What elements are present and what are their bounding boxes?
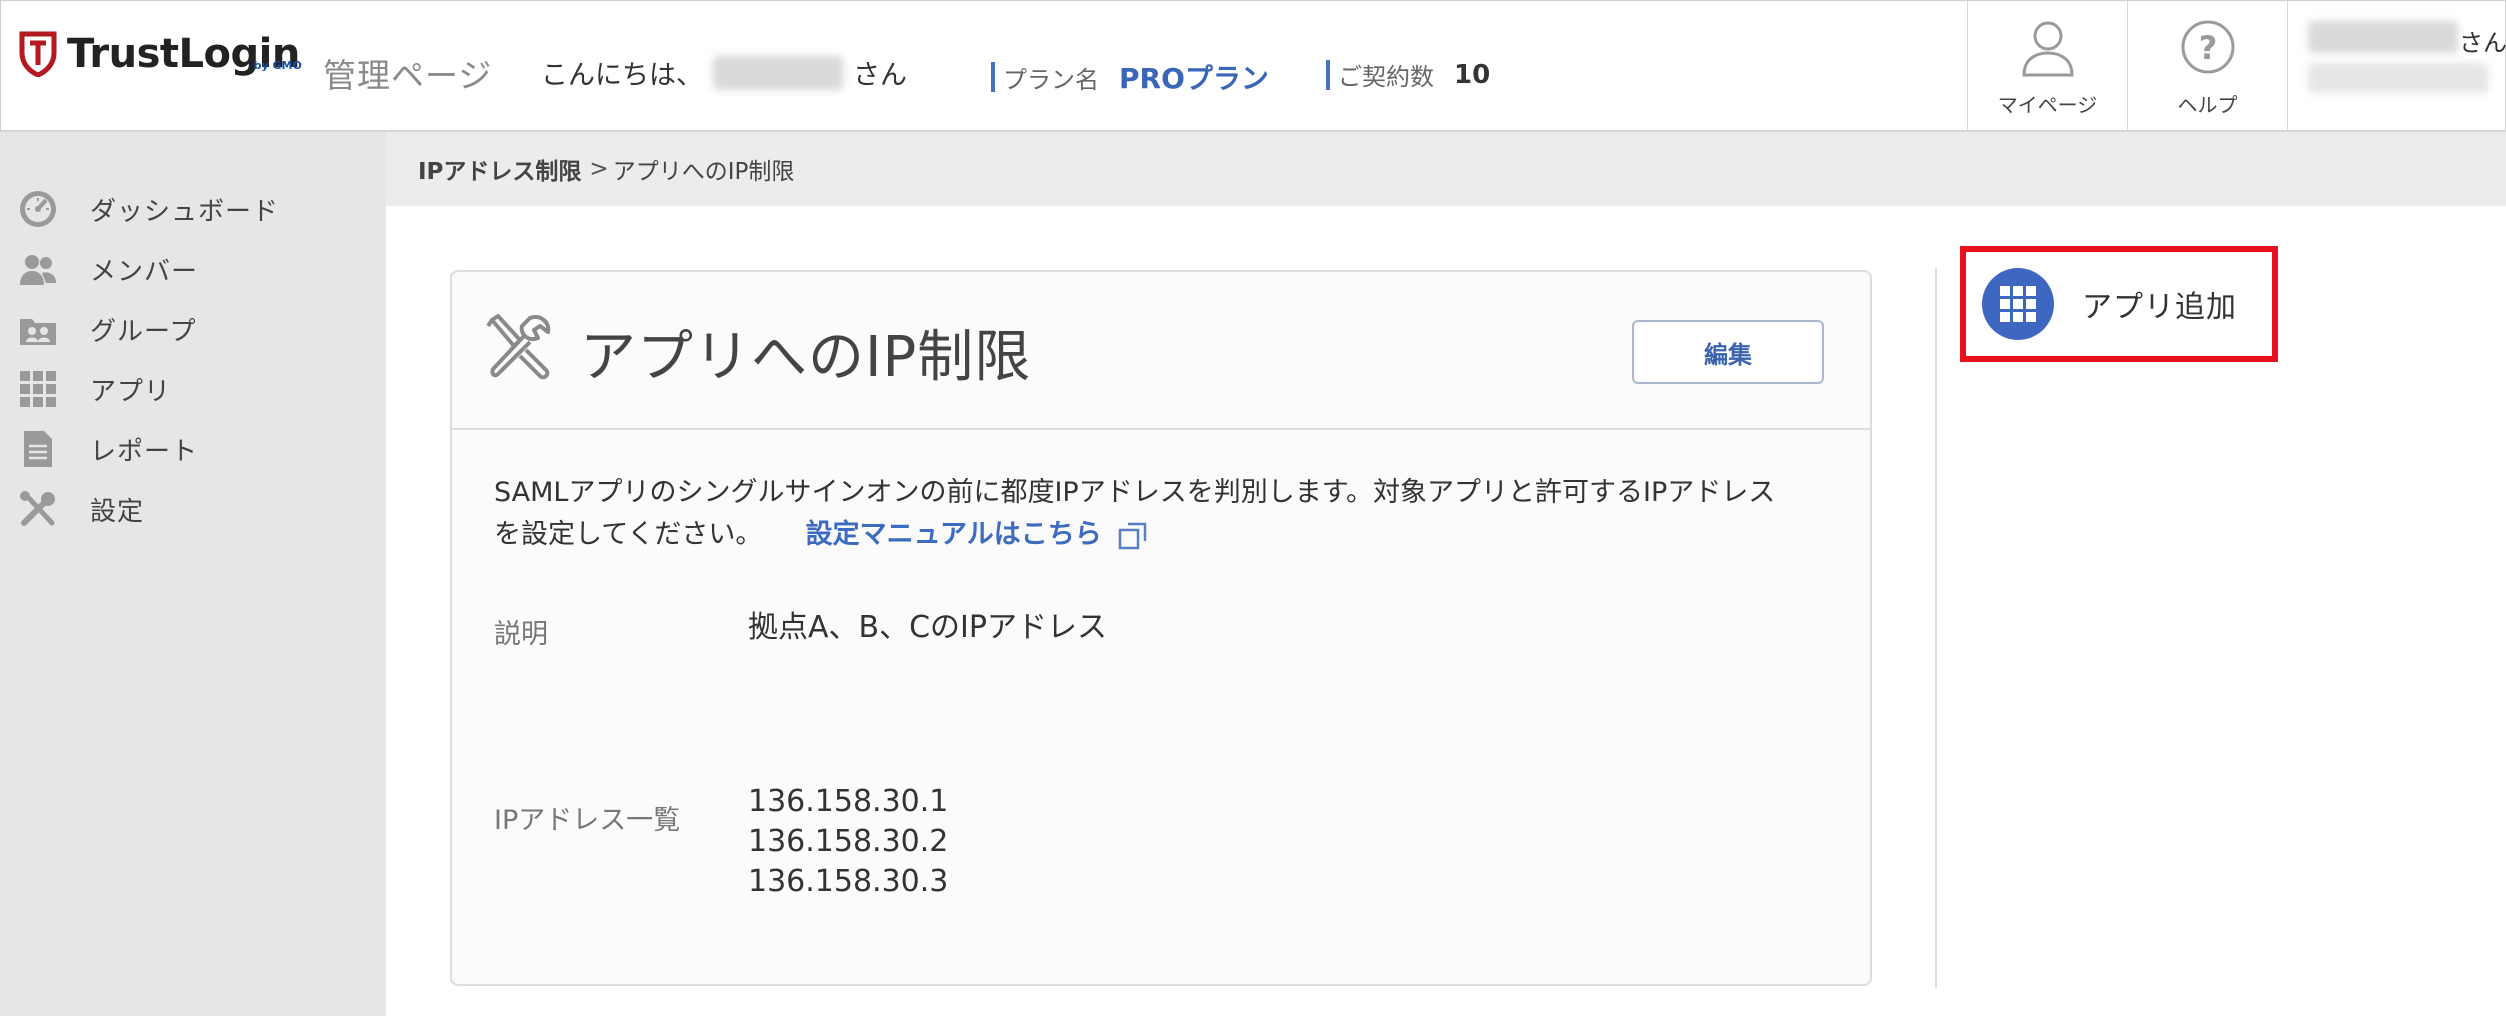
apps-grid-icon	[1982, 268, 2054, 340]
ip-list-label: IPアドレス一覧	[494, 805, 681, 836]
description-text-2: を設定してください。	[494, 519, 763, 550]
edit-button[interactable]: 編集	[1632, 320, 1824, 384]
shield-logo-icon	[19, 31, 57, 77]
top-header: TrustLogin by GMO 管理ページ こんにちは、 さん プラン名 P…	[0, 0, 2506, 132]
settings-tools-icon	[18, 489, 58, 529]
tools-icon	[486, 314, 551, 380]
ip-address-list: 136.158.30.1 136.158.30.2 136.158.30.3	[748, 782, 948, 902]
manual-link[interactable]: 設定マニュアルはこちら	[806, 519, 1102, 550]
plan-value: PROプラン	[1119, 62, 1269, 95]
ip-restriction-card: アプリへのIP制限 編集 SAMLアプリのシングルサインオンの前に都度IPアドレ…	[450, 270, 1872, 986]
sidebar-item-settings[interactable]: 設定	[0, 474, 386, 544]
description-field-label: 説明	[494, 619, 548, 650]
members-icon	[18, 249, 58, 289]
contract-label: ご契約数	[1338, 63, 1434, 91]
breadcrumb-separator: >	[589, 156, 609, 182]
breadcrumb-parent-link[interactable]: IPアドレス制限	[418, 152, 581, 186]
mypage-label: マイページ	[1997, 93, 2098, 117]
ip-address-item: 136.158.30.1	[748, 784, 949, 819]
sidebar-item-label: アプリ	[90, 376, 172, 407]
logo-sub: by GMO	[253, 59, 302, 72]
sidebar: ダッシュボード メンバー グループ アプリ レポート 設定	[0, 132, 386, 1016]
logo-text: TrustLogin by GMO	[67, 31, 302, 77]
mypage-button[interactable]: マイページ	[1967, 1, 2127, 131]
trustlogin-logo[interactable]: TrustLogin by GMO	[19, 31, 302, 91]
plan-info: プラン名 PROプラン	[991, 57, 1269, 97]
breadcrumb-current: アプリへのIP制限	[612, 159, 795, 185]
sidebar-item-label: ダッシュボード	[90, 196, 280, 227]
contract-count: 10	[1454, 59, 1491, 90]
description-line-2: を設定してください。 設定マニュアルはこちら	[494, 514, 1834, 556]
blurred-user-name	[2308, 21, 2458, 53]
plan-label: プラン名	[1003, 65, 1099, 94]
sidebar-item-label: グループ	[90, 316, 197, 347]
plan-bar-marker	[991, 62, 995, 92]
dashboard-icon	[18, 189, 58, 229]
sidebar-item-label: レポート	[90, 436, 199, 467]
greeting: こんにちは、 さん	[541, 53, 907, 92]
help-icon: ?	[2181, 20, 2234, 74]
user-suffix: さん	[2459, 29, 2506, 57]
admin-page-title: 管理ページ	[323, 56, 493, 95]
help-label: ヘルプ	[2177, 93, 2238, 117]
sidebar-item-label: 設定	[90, 496, 145, 527]
contract-info: ご契約数 10	[1326, 57, 1490, 92]
card-description: SAMLアプリのシングルサインオンの前に都度IPアドレスを判別します。対象アプリ…	[494, 472, 1834, 556]
card-header: アプリへのIP制限 編集	[452, 272, 1870, 430]
apps-grid-icon	[18, 369, 58, 409]
external-link-icon[interactable]	[1118, 521, 1148, 551]
svg-text:?: ?	[2198, 29, 2217, 67]
add-app-button[interactable]: アプリ追加	[1960, 246, 2278, 362]
user-icon	[2021, 21, 2074, 77]
description-line-1: SAMLアプリのシングルサインオンの前に都度IPアドレスを判別します。対象アプリ…	[494, 477, 1776, 508]
greeting-prefix: こんにちは、	[541, 60, 703, 91]
user-menu[interactable]: さん	[2287, 1, 2506, 131]
add-app-label: アプリ追加	[2082, 290, 2237, 325]
vertical-divider	[1935, 268, 1937, 988]
help-button[interactable]: ? ヘルプ	[2127, 1, 2287, 131]
description-field-value: 拠点A、B、CのIPアドレス	[748, 610, 1107, 645]
report-icon	[18, 429, 58, 469]
greeting-suffix: さん	[853, 60, 907, 91]
card-title: アプリへのIP制限	[580, 325, 1032, 390]
blurred-username	[713, 55, 843, 90]
sidebar-item-label: メンバー	[90, 256, 199, 287]
contract-bar-marker	[1326, 59, 1330, 90]
breadcrumb: IPアドレス制限 > アプリへのIP制限	[386, 132, 2506, 206]
ip-address-item: 136.158.30.2	[748, 824, 949, 859]
ip-address-item: 136.158.30.3	[748, 864, 949, 899]
group-icon	[18, 309, 58, 349]
blurred-user-email	[2308, 63, 2488, 93]
